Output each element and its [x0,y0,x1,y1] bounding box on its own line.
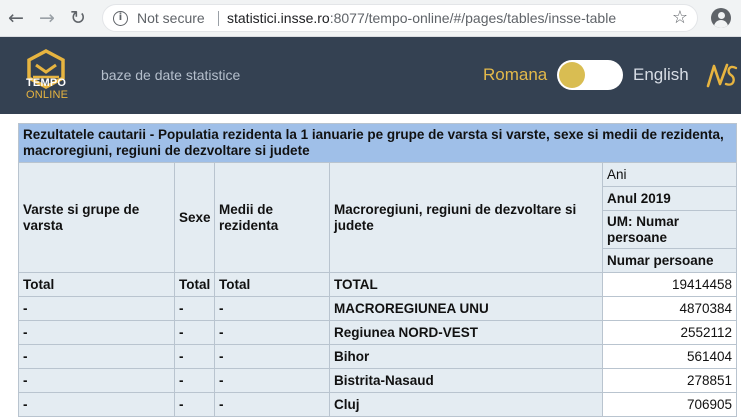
cell-value: 2552112 [601,320,738,345]
table-row: - - - MACROREGIUNEA UNU 4870384 [18,296,738,321]
table-row: - - - Bistrita-Nasaud 278851 [18,368,738,393]
column-header-region: Macroregiuni, regiuni de dezvoltare si j… [329,162,603,273]
ins-logo-icon[interactable] [705,60,739,90]
cell-value: 278851 [601,368,738,393]
toggle-knob [559,62,585,88]
cell-age: Total [18,272,175,297]
cell-age: - [18,392,175,417]
cell-age: - [18,368,175,393]
cell-value: 19414458 [601,272,738,297]
cell-medium: - [214,392,330,417]
results-table-container: Rezultatele cautarii - Populatia reziden… [17,123,738,417]
cell-sex: - [174,296,215,321]
cell-sex: - [174,344,215,369]
browser-toolbar: ← → ↻ i Not secure statistici.insse.ro:8… [0,0,741,37]
bookmark-star-icon[interactable]: ☆ [672,8,688,28]
language-romana[interactable]: Romana [483,65,547,85]
table-row: - - - Cluj 706905 [18,392,738,417]
reload-icon[interactable]: ↻ [66,7,90,29]
cell-medium: - [214,368,330,393]
profile-avatar-icon[interactable] [711,8,731,28]
column-header-year: Anul 2019 [601,186,738,211]
url-host: statistici.insse.ro [227,10,330,26]
url-text[interactable]: statistici.insse.ro:8077/tempo-online/#/… [227,10,616,27]
column-header-value: Numar persoane [601,248,738,273]
table-row: Total Total Total TOTAL 19414458 [18,272,738,297]
cell-region: Bistrita-Nasaud [329,368,603,393]
language-english[interactable]: English [633,65,689,85]
cell-sex: Total [174,272,215,297]
info-icon[interactable]: i [113,11,128,26]
cell-age: - [18,320,175,345]
cell-medium: - [214,296,330,321]
cell-region: MACROREGIUNEA UNU [329,296,603,321]
column-header-medium: Medii de rezidenta [214,162,330,273]
logo-text-online: ONLINE [26,89,69,101]
results-table: Rezultatele cautarii - Populatia reziden… [17,123,738,417]
forward-arrow-icon[interactable]: → [35,7,59,29]
app-header: baze de date statistice Romana English [0,37,741,114]
address-divider [218,11,219,26]
results-title: Rezultatele cautarii - Populatia reziden… [17,123,738,163]
cell-region: TOTAL [329,272,603,297]
cell-value: 4870384 [601,296,738,321]
security-status[interactable]: Not secure [137,10,205,27]
cell-sex: - [174,392,215,417]
cell-region: Bihor [329,344,603,369]
cell-medium: - [214,320,330,345]
cell-region: Regiunea NORD-VEST [329,320,603,345]
cell-value: 561404 [601,344,738,369]
cell-age: - [18,296,175,321]
address-bar[interactable]: i Not secure statistici.insse.ro:8077/te… [102,4,698,32]
cell-sex: - [174,368,215,393]
site-tagline: baze de date statistice [101,67,241,83]
cell-sex: - [174,320,215,345]
cell-medium: Total [214,272,330,297]
table-row: - - - Regiunea NORD-VEST 2552112 [18,320,738,345]
cell-region: Cluj [329,392,603,417]
column-header-sex: Sexe [174,162,215,273]
logo-text-tempo: TEMPO [26,77,67,89]
column-header-unit: UM: Numar persoane [601,210,738,249]
cell-medium: - [214,344,330,369]
table-row: - - - Bihor 561404 [18,344,738,369]
column-header-age: Varste si grupe de varsta [18,162,175,273]
cell-value: 706905 [601,392,738,417]
column-header-years: Ani [601,162,738,187]
url-path: :8077/tempo-online/#/pages/tables/insse-… [329,10,617,26]
cell-age: - [18,344,175,369]
language-toggle[interactable] [557,60,623,90]
back-arrow-icon[interactable]: ← [4,7,28,29]
